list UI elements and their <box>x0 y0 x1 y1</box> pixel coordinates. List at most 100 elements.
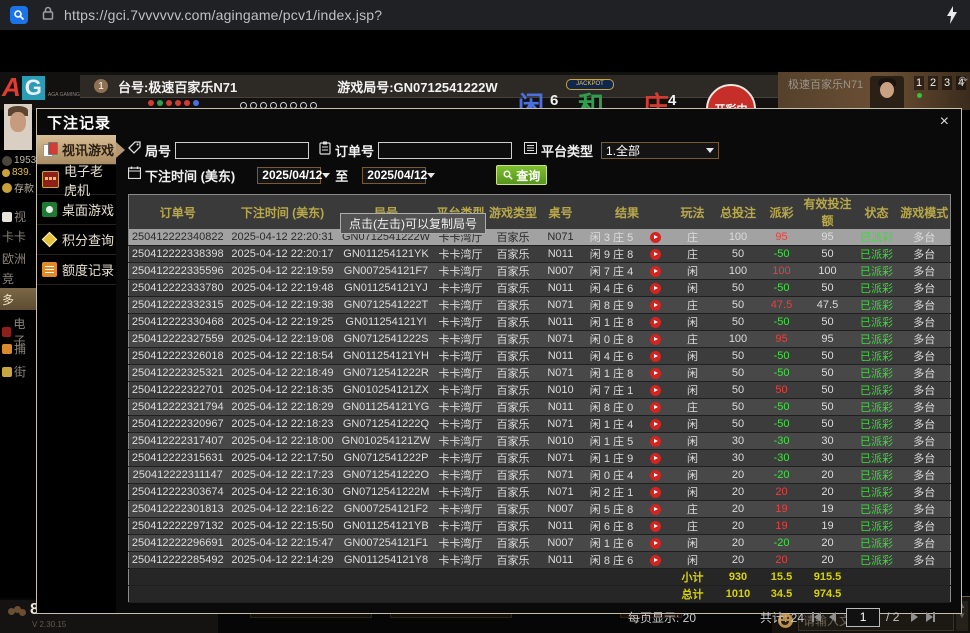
play-icon[interactable] <box>650 470 661 481</box>
play-icon[interactable] <box>650 351 661 362</box>
table-row[interactable]: 2504122222966912025-04-12 22:15:47GN0072… <box>128 535 950 552</box>
table-row[interactable]: 2504122223383982025-04-12 22:20:17GN0112… <box>128 246 950 263</box>
table-row[interactable]: 2504122223156312025-04-12 22:17:50GN0712… <box>128 450 950 467</box>
platform-select[interactable]: 1.全部 <box>601 142 719 159</box>
date-to-select[interactable]: 2025/04/12 <box>362 167 426 184</box>
play-cell[interactable] <box>640 382 671 399</box>
round-cell[interactable]: GN010254121ZX <box>338 382 433 399</box>
url-text[interactable]: https://gci.7vvvvvv.com/agingame/pcv1/in… <box>64 7 382 23</box>
rail-nav-item[interactable]: 竞 <box>0 270 36 287</box>
order-filter-input[interactable] <box>378 142 512 159</box>
table-row[interactable]: 2504122223304682025-04-12 22:19:25GN0112… <box>128 314 950 331</box>
date-from-select[interactable]: 2025/04/12 <box>257 167 321 184</box>
table-row[interactable]: 2504122223275592025-04-12 22:19:08GN0712… <box>128 331 950 348</box>
table-row[interactable]: 2504122222854922025-04-12 22:14:29GN0112… <box>128 552 950 569</box>
play-icon[interactable] <box>650 334 661 345</box>
play-cell[interactable] <box>640 518 671 535</box>
round-cell[interactable]: GN0712541222O <box>338 467 433 484</box>
play-icon[interactable] <box>650 368 661 379</box>
rail-nav-item[interactable]: 捕 <box>0 340 36 357</box>
table-row[interactable]: 2504122223337802025-04-12 22:19:48GN0112… <box>128 280 950 297</box>
rail-nav-item[interactable]: 视 <box>0 208 36 225</box>
camera-number[interactable]: 3 <box>942 76 952 90</box>
play-icon[interactable] <box>650 283 661 294</box>
close-icon[interactable]: × <box>940 114 949 130</box>
round-cell[interactable]: GN0712541222T <box>338 297 433 314</box>
table-row[interactable]: 2504122223174072025-04-12 22:18:00GN0102… <box>128 433 950 450</box>
rail-nav-item[interactable]: 欧洲 <box>0 250 36 267</box>
play-icon[interactable] <box>650 317 661 328</box>
play-icon[interactable] <box>650 436 661 447</box>
play-cell[interactable] <box>640 467 671 484</box>
round-cell[interactable]: GN011254121YI <box>338 314 433 331</box>
play-cell[interactable] <box>640 484 671 501</box>
table-row[interactable]: 2504122223209672025-04-12 22:18:23GN0712… <box>128 416 950 433</box>
table-row[interactable]: 2504122222971322025-04-12 22:15:50GN0112… <box>128 518 950 535</box>
table-row[interactable]: 2504122223217942025-04-12 22:18:29GN0112… <box>128 399 950 416</box>
round-cell[interactable]: GN011254121YH <box>338 348 433 365</box>
play-cell[interactable] <box>640 280 671 297</box>
play-cell[interactable] <box>640 433 671 450</box>
table-row[interactable]: 2504122223227012025-04-12 22:18:35GN0102… <box>128 382 950 399</box>
refresh-icon[interactable]: ⟳ <box>959 74 968 87</box>
play-icon[interactable] <box>650 487 661 498</box>
play-icon[interactable] <box>650 538 661 549</box>
play-cell[interactable] <box>640 552 671 569</box>
play-icon[interactable] <box>650 453 661 464</box>
play-cell[interactable] <box>640 501 671 518</box>
play-icon[interactable] <box>650 555 661 566</box>
round-cell[interactable]: GN011254121YG <box>338 399 433 416</box>
play-icon[interactable] <box>650 385 661 396</box>
first-page-button[interactable] <box>812 612 821 622</box>
round-cell[interactable]: GN007254121F2 <box>338 501 433 518</box>
menu-item-table[interactable]: 桌面游戏 <box>37 195 116 225</box>
round-cell[interactable]: GN0712541222S <box>338 331 433 348</box>
round-cell[interactable]: GN010254121ZW <box>338 433 433 450</box>
table-row[interactable]: 2504122223018132025-04-12 22:16:22GN0072… <box>128 501 950 518</box>
rail-nav-item[interactable]: 街 <box>0 363 36 380</box>
play-cell[interactable] <box>640 416 671 433</box>
play-icon[interactable] <box>650 521 661 532</box>
search-button[interactable]: 查询 <box>496 165 547 185</box>
play-icon[interactable] <box>650 300 661 311</box>
table-row[interactable]: 2504122223355962025-04-12 22:19:59GN0072… <box>128 263 950 280</box>
play-cell[interactable] <box>640 314 671 331</box>
round-cell[interactable]: GN011254121Y8 <box>338 552 433 569</box>
play-cell[interactable] <box>640 399 671 416</box>
play-icon[interactable] <box>650 402 661 413</box>
play-cell[interactable] <box>640 297 671 314</box>
browser-extension-icon[interactable] <box>10 6 28 24</box>
round-cell[interactable]: GN0712541222R <box>338 365 433 382</box>
round-cell[interactable]: GN0712541222Q <box>338 416 433 433</box>
round-cell[interactable]: GN011254121YK <box>338 246 433 263</box>
table-row[interactable]: 2504122223260182025-04-12 22:18:54GN0112… <box>128 348 950 365</box>
table-row[interactable]: 2504122223323152025-04-12 22:19:38GN0712… <box>128 297 950 314</box>
table-row[interactable]: 2504122223111472025-04-12 22:17:23GN0712… <box>128 467 950 484</box>
play-cell[interactable] <box>640 246 671 263</box>
rail-nav-item[interactable]: 多 <box>0 288 36 310</box>
play-icon[interactable] <box>650 504 661 515</box>
rail-nav-item[interactable]: 卡卡 <box>0 228 36 245</box>
round-cell[interactable]: GN011254121YB <box>338 518 433 535</box>
round-cell[interactable]: GN0712541222M <box>338 484 433 501</box>
prev-page-button[interactable] <box>829 612 836 622</box>
menu-item-diamond[interactable]: 积分查询 <box>37 225 116 255</box>
play-cell[interactable] <box>640 535 671 552</box>
camera-number[interactable]: 1 <box>914 76 924 90</box>
browser-address-bar[interactable]: https://gci.7vvvvvv.com/agingame/pcv1/in… <box>0 0 970 30</box>
table-row[interactable]: 2504122223253212025-04-12 22:18:49GN0712… <box>128 365 950 382</box>
last-page-button[interactable] <box>926 612 935 622</box>
play-cell[interactable] <box>640 331 671 348</box>
play-cell[interactable] <box>640 263 671 280</box>
page-number-input[interactable] <box>846 608 880 627</box>
round-cell[interactable]: GN007254121F7 <box>338 263 433 280</box>
play-icon[interactable] <box>650 232 661 243</box>
menu-item-doc[interactable]: 额度记录 <box>37 255 116 285</box>
camera-number[interactable]: 2 <box>928 76 938 90</box>
next-page-button[interactable] <box>911 612 918 622</box>
play-cell[interactable] <box>640 450 671 467</box>
play-icon[interactable] <box>650 249 661 260</box>
table-row[interactable]: 2504122223036742025-04-12 22:16:30GN0712… <box>128 484 950 501</box>
table-row[interactable]: 2504122223408222025-04-12 22:20:31GN0712… <box>128 229 950 246</box>
play-cell[interactable] <box>640 365 671 382</box>
